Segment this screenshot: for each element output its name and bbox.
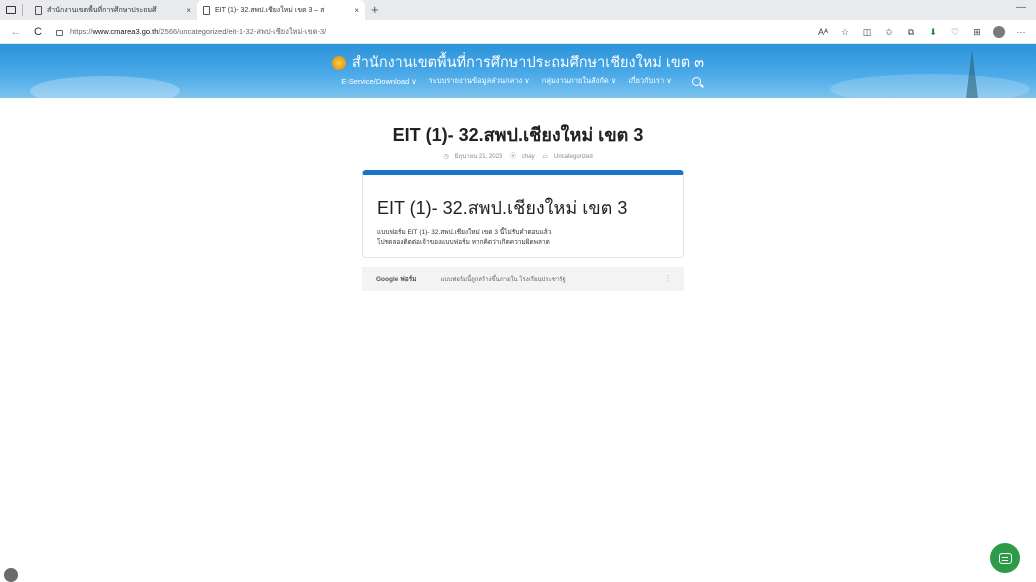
reload-button[interactable]: C — [32, 26, 44, 38]
address-bar-row: ← C https://www.cmarea3.go.th/2566/uncat… — [0, 20, 1036, 44]
form-title: EIT (1)- 32.สพป.เชียงใหม่ เขต 3 — [377, 198, 628, 218]
google-forms-logo[interactable]: Google ฟอร์ม — [376, 274, 416, 284]
nav-item-internal-groups[interactable]: กลุ่มงานภายในสังกัด ∨ — [542, 75, 617, 87]
user-icon: ⓐ — [509, 154, 516, 160]
folder-icon: ▭ — [542, 154, 548, 160]
form-closed-message: แบบฟอร์ม EIT (1)- 32.สพป.เชียงใหม่ เขต 3… — [377, 228, 551, 248]
tab-actions-icon[interactable] — [6, 6, 16, 14]
post-meta: ◷ มิถุนายน 21, 2023 ⓐ chay ▭ Uncategorized — [0, 151, 1036, 161]
site-title[interactable]: สำนักงานเขตพื้นที่การศึกษาประถมศึกษาเชีย… — [0, 51, 1036, 74]
back-button[interactable]: ← — [10, 26, 22, 38]
tab-separator — [22, 4, 23, 16]
browser-tab-bar: สำนักงานเขตพื้นที่การศึกษาประถมศึ × EIT … — [0, 0, 1036, 20]
post-title: EIT (1)- 32.สพป.เชียงใหม่ เขต 3 — [392, 125, 644, 145]
google-form-card: EIT (1)- 32.สพป.เชียงใหม่ เขต 3 แบบฟอร์ม… — [362, 170, 684, 258]
split-screen-icon[interactable]: ◫ — [856, 27, 878, 38]
post-author[interactable]: chay — [522, 154, 535, 160]
tab-school-office[interactable]: สำนักงานเขตพื้นที่การศึกษาประถมศึ × — [29, 0, 197, 20]
address-bar[interactable]: https://www.cmarea3.go.th/2566/uncategor… — [56, 26, 326, 38]
nav-item-e-service[interactable]: E-Service/Download ∨ — [341, 77, 417, 86]
chat-bubble-icon — [998, 552, 1012, 564]
page-icon — [35, 5, 42, 15]
collections-icon[interactable]: ⧉ — [900, 27, 922, 38]
site-nav-menu: E-Service/Download ∨ ระบบรายงานข้อมูลส่ว… — [0, 75, 1036, 87]
tab-title: EIT (1)- 32.สพป.เชียงใหม่ เขต 3 – ส — [215, 6, 325, 14]
profile-avatar-icon[interactable] — [993, 26, 1005, 38]
nav-item-about-us[interactable]: เกี่ยวกับเรา ∨ — [628, 75, 671, 87]
site-logo-icon[interactable] — [331, 55, 346, 70]
clock-icon: ◷ — [443, 154, 449, 160]
site-header-banner: สำนักงานเขตพื้นที่การศึกษาประถมศึกษาเชีย… — [0, 44, 1036, 98]
url-prefix: https:// — [70, 27, 93, 36]
post-category[interactable]: Uncategorized — [554, 154, 593, 160]
google-form-footer: Google ฟอร์ม แบบฟอร์มนี้ถูกสร้างขึ้นภายใ… — [362, 267, 684, 291]
scroll-indicator[interactable] — [4, 568, 18, 582]
browser-essentials-icon[interactable]: ♡ — [944, 27, 966, 38]
nav-item-central-reports[interactable]: ระบบรายงานข้อมูลส่วนกลาง ∨ — [429, 75, 530, 87]
browser-toolbar: Aᴬ ☆ ◫ ✩ ⧉ ⬇ ♡ ⊞ ··· — [812, 20, 1032, 44]
apps-icon[interactable]: ⊞ — [966, 27, 988, 38]
lock-icon[interactable] — [56, 29, 63, 36]
site-title-text: สำนักงานเขตพื้นที่การศึกษาประถมศึกษาเชีย… — [351, 55, 705, 71]
close-icon[interactable]: × — [354, 6, 359, 15]
extension-icon[interactable]: ⬇ — [922, 27, 944, 38]
form-message-line: โปรดลองติดต่อเจ้าของแบบฟอร์ม หากคิดว่าเก… — [377, 239, 550, 246]
new-tab-button[interactable]: + — [371, 0, 379, 20]
form-footer-note: แบบฟอร์มนี้ถูกสร้างขึ้นภายใน โรงเรียนประ… — [440, 277, 566, 283]
form-message-line: แบบฟอร์ม EIT (1)- 32.สพป.เชียงใหม่ เขต 3… — [377, 229, 552, 236]
post-date[interactable]: มิถุนายน 21, 2023 — [455, 154, 503, 160]
url-host: www.cmarea3.go.th — [92, 27, 159, 36]
read-aloud-icon[interactable]: Aᴬ — [812, 27, 834, 37]
url-path: /2566/uncategorized/eit-1-32-สพป-เชียงให… — [158, 26, 327, 36]
close-icon[interactable]: × — [186, 6, 191, 15]
kebab-menu-icon[interactable]: ⋮ — [664, 274, 672, 283]
chat-button[interactable] — [990, 543, 1020, 573]
more-menu-icon[interactable]: ··· — [1010, 27, 1032, 37]
favorite-star-icon[interactable]: ☆ — [834, 27, 856, 38]
minimize-button[interactable]: — — [1016, 2, 1026, 13]
tab-eit-form[interactable]: EIT (1)- 32.สพป.เชียงใหม่ เขต 3 – ส × — [197, 0, 365, 20]
tab-title: สำนักงานเขตพื้นที่การศึกษาประถมศึ — [47, 6, 157, 14]
page-icon — [203, 5, 210, 15]
favorites-icon[interactable]: ✩ — [878, 27, 900, 38]
search-icon[interactable] — [691, 76, 701, 86]
